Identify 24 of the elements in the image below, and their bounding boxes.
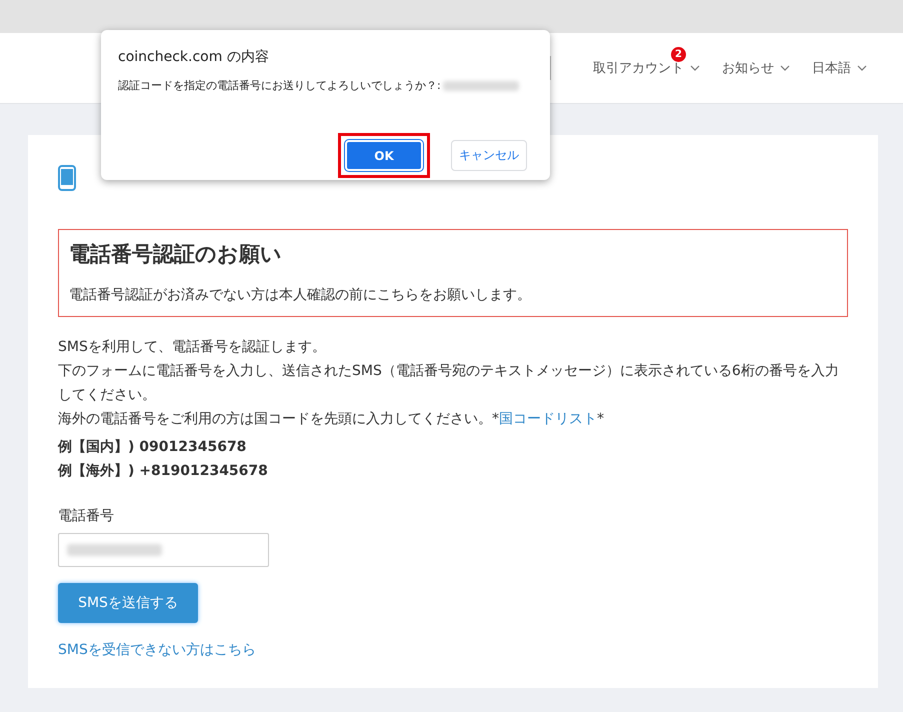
help-link[interactable]: SMSを受信できない方はこちら bbox=[58, 641, 256, 659]
nav-menu-item[interactable]: 取引アカウント bbox=[593, 59, 700, 77]
chevron-down-icon bbox=[690, 65, 700, 71]
notification-badge: 2 bbox=[671, 47, 686, 62]
chevron-down-icon bbox=[780, 65, 790, 71]
smartphone-icon bbox=[58, 165, 76, 191]
instruction-text: SMSを利用して、電話番号を認証します。 bbox=[58, 338, 327, 357]
notice-title: 電話番号認証のお願い bbox=[69, 241, 283, 268]
ok-button[interactable]: OK bbox=[345, 140, 423, 171]
dialog-title: coincheck.com の内容 bbox=[118, 48, 270, 66]
nav-menu-item[interactable]: 日本語 bbox=[812, 59, 867, 77]
country-code-link[interactable]: 国コードリスト bbox=[499, 411, 597, 427]
instruction-text: 海外の電話番号をご利用の方は国コードを先頭に入力してください。*国コードリスト* bbox=[58, 410, 605, 429]
instruction-text: 下のフォームに電話番号を入力し、送信されたSMS（電話番号宛のテキストメッセージ）に表示されている6桁の番号を入力してください。 bbox=[58, 362, 840, 405]
notice-text: 電話番号認証がお済みでない方は本人確認の前にこちらをお願いします。 bbox=[69, 286, 532, 304]
dialog-message: 認証コードを指定の電話番号にお送りしてよろしいでしょうか？: bbox=[118, 78, 441, 93]
phone-label: 電話番号 bbox=[58, 507, 115, 525]
example-text: 例【国内】) 09012345678 bbox=[58, 438, 248, 457]
example-text: 例【海外】) +819012345678 bbox=[58, 462, 269, 481]
cancel-button[interactable]: キャンセル bbox=[451, 140, 527, 171]
phone-input-field[interactable] bbox=[58, 533, 269, 567]
send-sms-button[interactable]: SMSを送信する bbox=[58, 583, 198, 623]
chevron-down-icon bbox=[857, 65, 867, 71]
nav-menu-item[interactable]: お知らせ bbox=[722, 59, 790, 77]
